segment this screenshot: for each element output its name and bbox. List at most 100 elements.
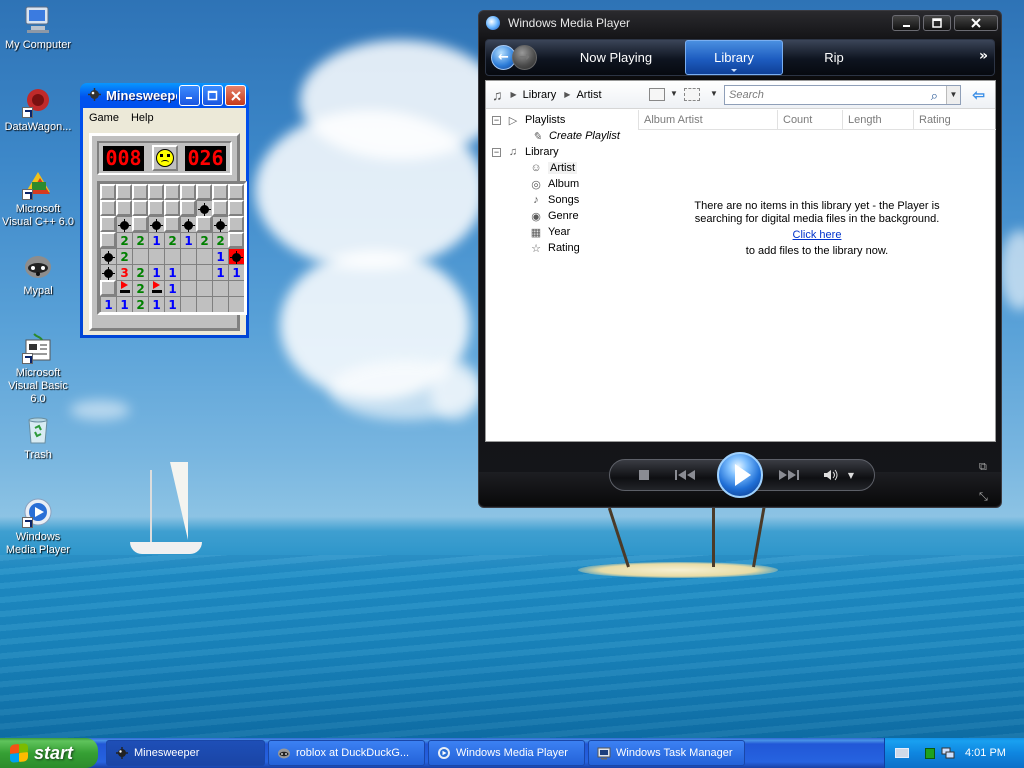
- desktop-icon-trash[interactable]: Trash: [0, 414, 76, 462]
- cell-closed[interactable]: [164, 184, 180, 200]
- cell-mine[interactable]: [116, 216, 132, 232]
- cell-number[interactable]: 1: [148, 296, 164, 312]
- cell-number[interactable]: 1: [180, 232, 196, 248]
- tree-item-playlists[interactable]: − ▷ Playlists: [492, 112, 565, 128]
- media-player-titlebar[interactable]: Windows Media Player: [479, 11, 1001, 35]
- cell-closed[interactable]: [132, 184, 148, 200]
- cell-closed[interactable]: [196, 216, 212, 232]
- desktop-icon-visual-cpp[interactable]: Microsoft Visual C++ 6.0: [0, 168, 76, 229]
- cell-closed[interactable]: [116, 184, 132, 200]
- cell-number[interactable]: 2: [116, 248, 132, 264]
- cell-closed[interactable]: [228, 200, 244, 216]
- taskbar-item-browser[interactable]: roblox at DuckDuckG...: [268, 740, 425, 766]
- column-header-rating[interactable]: Rating: [913, 110, 996, 129]
- cell-number[interactable]: 3: [116, 264, 132, 280]
- cell-number[interactable]: 1: [212, 264, 228, 280]
- cell-empty[interactable]: [212, 280, 228, 296]
- desktop-icon-datawagon[interactable]: DataWagon...: [0, 86, 76, 134]
- menu-help[interactable]: Help: [125, 112, 160, 124]
- mute-button[interactable]: [822, 468, 840, 482]
- cell-closed[interactable]: [228, 232, 244, 248]
- close-button[interactable]: [225, 85, 246, 106]
- cell-empty[interactable]: [132, 248, 148, 264]
- cell-closed[interactable]: [116, 200, 132, 216]
- cell-number[interactable]: 1: [164, 264, 180, 280]
- minimize-button[interactable]: [892, 15, 920, 31]
- cell-empty[interactable]: [196, 264, 212, 280]
- cell-number[interactable]: 2: [132, 264, 148, 280]
- tree-item-create-playlist[interactable]: ✎ Create Playlist: [530, 128, 620, 144]
- switch-mode-icon[interactable]: ⧉: [979, 460, 987, 474]
- arrow-left-icon[interactable]: ⇦: [972, 86, 985, 104]
- cell-mine[interactable]: [100, 248, 116, 264]
- cell-closed[interactable]: [196, 184, 212, 200]
- menu-game[interactable]: Game: [83, 112, 125, 124]
- chevron-down-icon[interactable]: ▼: [946, 86, 960, 104]
- taskbar-item-minesweeper[interactable]: Minesweeper: [106, 740, 265, 766]
- cell-closed[interactable]: [100, 280, 116, 296]
- face-button[interactable]: [151, 145, 178, 171]
- tree-item-songs[interactable]: ♪ Songs: [529, 192, 579, 208]
- breadcrumb-library[interactable]: Library: [523, 89, 557, 101]
- cell-closed[interactable]: [100, 200, 116, 216]
- taskbar-item-task-manager[interactable]: Windows Task Manager: [588, 740, 745, 766]
- tree-item-library[interactable]: − ♫ Library: [492, 144, 559, 160]
- cell-number[interactable]: 2: [164, 232, 180, 248]
- tree-item-genre[interactable]: ◉ Genre: [529, 208, 578, 224]
- cell-empty[interactable]: [180, 296, 196, 312]
- cell-empty[interactable]: [180, 264, 196, 280]
- cell-flag[interactable]: [148, 280, 164, 296]
- maximize-button[interactable]: [923, 15, 951, 31]
- tree-item-year[interactable]: ▦ Year: [529, 224, 570, 240]
- cell-number[interactable]: 1: [148, 232, 164, 248]
- cell-mine[interactable]: [148, 216, 164, 232]
- cell-empty[interactable]: [148, 248, 164, 264]
- collapse-icon[interactable]: −: [492, 147, 501, 157]
- cell-number[interactable]: 1: [148, 264, 164, 280]
- cell-exploded-mine[interactable]: [228, 248, 244, 264]
- stop-button[interactable]: [638, 469, 650, 481]
- cell-mine[interactable]: [180, 216, 196, 232]
- volume-dropdown[interactable]: ▼: [846, 469, 856, 481]
- minesweeper-titlebar[interactable]: Minesweeper: [83, 83, 246, 108]
- cell-number[interactable]: 2: [212, 232, 228, 248]
- tab-rip[interactable]: Rip: [806, 40, 862, 75]
- cell-empty[interactable]: [164, 248, 180, 264]
- cell-empty[interactable]: [196, 280, 212, 296]
- column-header-album-artist[interactable]: Album Artist: [638, 110, 777, 129]
- desktop-icon-mypal[interactable]: Mypal: [0, 250, 76, 298]
- next-button[interactable]: [774, 468, 804, 482]
- desktop-icon-windows-media-player[interactable]: Windows Media Player: [0, 496, 76, 557]
- cell-number[interactable]: 1: [164, 280, 180, 296]
- tree-item-artist[interactable]: ☺ Artist: [529, 160, 578, 176]
- cell-number[interactable]: 1: [100, 296, 116, 312]
- maximize-button[interactable]: [202, 85, 223, 106]
- cell-closed[interactable]: [132, 216, 148, 232]
- cell-closed[interactable]: [148, 184, 164, 200]
- cell-flag[interactable]: [116, 280, 132, 296]
- cell-closed[interactable]: [164, 200, 180, 216]
- view-options-button[interactable]: [649, 88, 665, 101]
- click-here-link[interactable]: Click here: [638, 229, 996, 242]
- cell-mine[interactable]: [212, 216, 228, 232]
- minimize-button[interactable]: [179, 85, 200, 106]
- cell-empty[interactable]: [180, 248, 196, 264]
- cell-number[interactable]: 1: [164, 296, 180, 312]
- cell-closed[interactable]: [180, 200, 196, 216]
- cell-empty[interactable]: [196, 248, 212, 264]
- cell-closed[interactable]: [100, 232, 116, 248]
- column-header-length[interactable]: Length: [842, 110, 913, 129]
- cell-empty[interactable]: [228, 296, 244, 312]
- collapse-icon[interactable]: −: [492, 115, 501, 125]
- task-manager-tray-icon[interactable]: [925, 747, 935, 759]
- cell-number[interactable]: 1: [116, 296, 132, 312]
- breadcrumb-artist[interactable]: Artist: [576, 89, 601, 101]
- play-button[interactable]: [717, 452, 763, 498]
- cell-empty[interactable]: [196, 296, 212, 312]
- chevron-down-icon[interactable]: ▼: [710, 89, 718, 98]
- layout-options-button[interactable]: [684, 88, 700, 101]
- more-tabs-button[interactable]: »: [979, 48, 988, 64]
- desktop-icon-visual-basic[interactable]: Microsoft Visual Basic 6.0: [0, 332, 76, 406]
- chevron-down-icon[interactable]: ▼: [670, 89, 678, 98]
- cell-closed[interactable]: [164, 216, 180, 232]
